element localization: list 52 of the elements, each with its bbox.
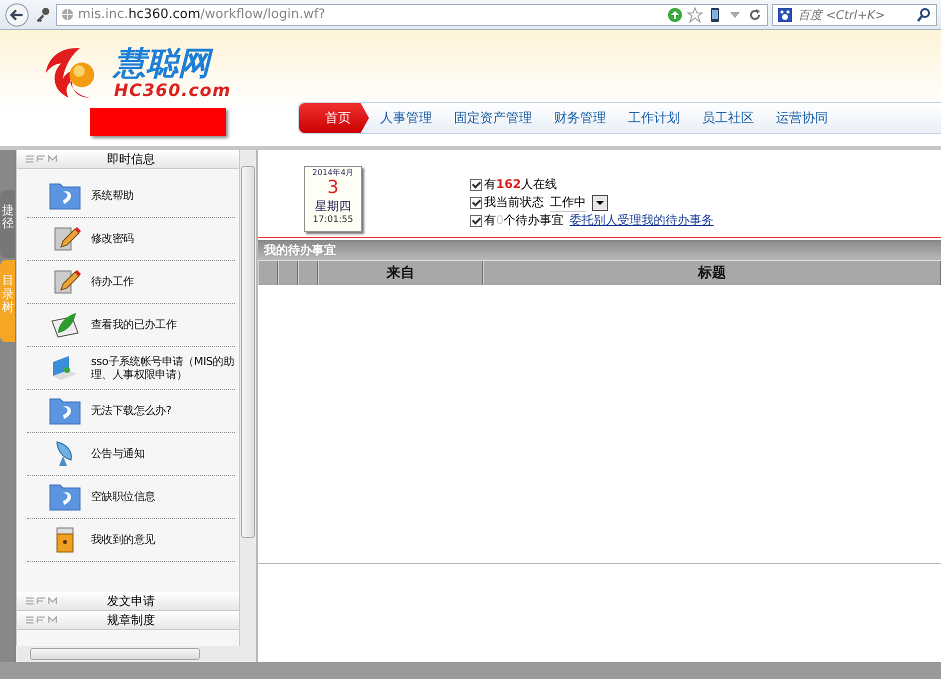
online-count-text: 有162人在线 bbox=[484, 176, 558, 193]
sidebar-link[interactable]: 系统帮助 bbox=[91, 189, 134, 203]
sidebar-link[interactable]: 待办工作 bbox=[91, 275, 134, 289]
section-title: 发文申请 bbox=[107, 592, 155, 610]
nav-tab[interactable]: 首页 bbox=[299, 103, 369, 133]
section-header[interactable]: 即时信息 bbox=[17, 150, 239, 169]
leaf-note-icon[interactable] bbox=[49, 311, 81, 339]
date-calendar: 2014年4月 3 星期四 17:01:55 bbox=[304, 166, 362, 232]
nav-tab[interactable]: 人事管理 bbox=[369, 103, 443, 133]
globe-icon bbox=[61, 8, 74, 21]
address-bar[interactable]: mis.inc.hc360.com/workflow/login.wf? bbox=[56, 4, 768, 26]
sidebar-link[interactable]: 修改密码 bbox=[91, 232, 134, 246]
sidebar-link[interactable]: 公告与通知 bbox=[91, 447, 145, 461]
section-header[interactable]: 规章制度 bbox=[17, 611, 239, 630]
section-title: 即时信息 bbox=[107, 150, 155, 168]
sidebar-link[interactable]: 查看我的已办工作 bbox=[91, 318, 177, 332]
logo-title: 慧聪网 bbox=[114, 45, 232, 81]
nav-tab[interactable]: 固定资产管理 bbox=[443, 103, 543, 133]
section-header[interactable]: 发文申请 bbox=[17, 592, 239, 611]
vertical-scrollbar[interactable] bbox=[239, 150, 256, 646]
sidebar-link[interactable]: 无法下载怎么办? bbox=[91, 404, 172, 418]
key-icon[interactable] bbox=[34, 6, 52, 24]
search-bar[interactable]: 百度 <Ctrl+K> bbox=[772, 4, 937, 26]
go-icon[interactable] bbox=[667, 6, 683, 22]
checkbox[interactable] bbox=[470, 214, 482, 226]
nav-tab[interactable]: 员工社区 bbox=[691, 103, 765, 133]
search-icon[interactable] bbox=[916, 6, 932, 22]
delegate-link[interactable]: 委托别人受理我的待办事务 bbox=[570, 212, 714, 229]
status-select[interactable]: 工作中 bbox=[550, 194, 586, 212]
nav-tab[interactable]: 财务管理 bbox=[543, 103, 617, 133]
section-title: 规章制度 bbox=[107, 612, 155, 628]
reload-icon[interactable] bbox=[747, 6, 763, 22]
folder-icon[interactable] bbox=[49, 483, 81, 511]
horizontal-scrollbar[interactable] bbox=[16, 646, 256, 662]
status-label: 我当前状态 bbox=[484, 194, 544, 211]
sidebar-link[interactable]: sso子系统帐号申请（MIS的助理、人事权限申请） bbox=[91, 354, 235, 382]
folder-icon[interactable] bbox=[49, 397, 81, 425]
logo-subtitle: HC360.com bbox=[114, 81, 232, 101]
star-icon[interactable] bbox=[687, 6, 703, 22]
sidebar-link[interactable]: 我收到的意见 bbox=[91, 533, 156, 547]
dropdown-button-icon[interactable] bbox=[592, 194, 608, 210]
nav-tab[interactable]: 运营协同 bbox=[765, 103, 839, 133]
panel-title-bar: 我的待办事宜 bbox=[258, 240, 941, 260]
checkbox[interactable] bbox=[470, 196, 482, 208]
paw-icon[interactable] bbox=[777, 6, 793, 22]
url-text: mis.inc.hc360.com/workflow/login.wf? bbox=[78, 7, 326, 22]
folder-icon[interactable] bbox=[49, 182, 81, 210]
nav-tab[interactable]: 工作计划 bbox=[617, 103, 691, 133]
back-icon[interactable] bbox=[4, 2, 30, 28]
checkbox[interactable] bbox=[470, 178, 482, 190]
sidebar-link[interactable]: 空缺职位信息 bbox=[91, 490, 156, 504]
side-tab[interactable]: 捷径 bbox=[0, 190, 15, 258]
